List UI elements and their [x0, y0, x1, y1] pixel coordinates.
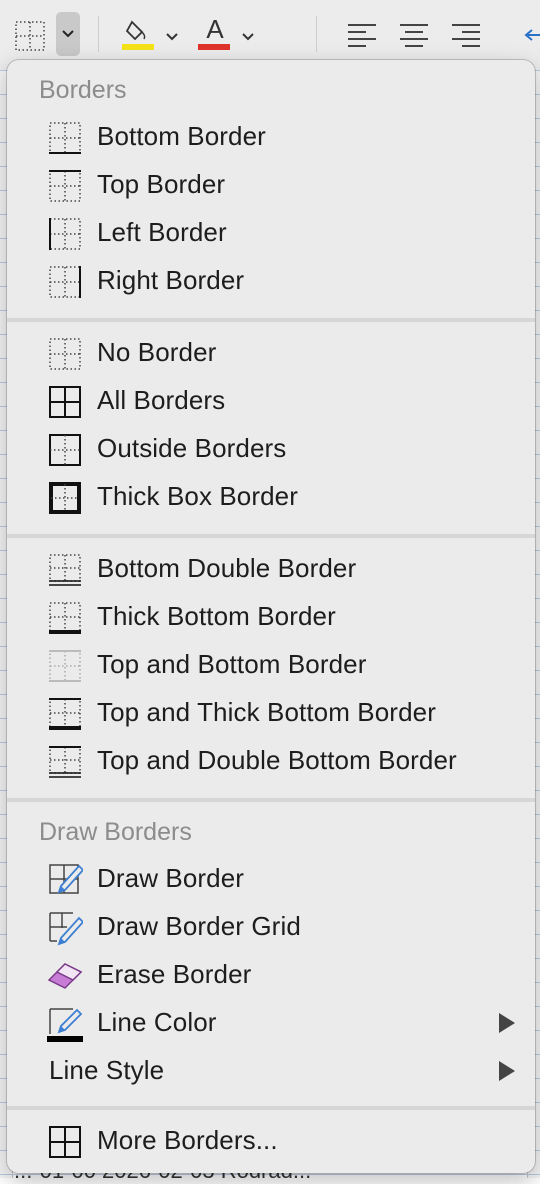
menu-item-label: All Borders: [97, 385, 226, 415]
left-border-icon: [49, 218, 81, 250]
menu-item-right-border[interactable]: Right Border: [7, 258, 535, 304]
menu-item-label: Draw Border Grid: [97, 911, 301, 941]
eraser-icon: [47, 963, 83, 989]
font-color-button[interactable]: A: [198, 14, 232, 54]
section-header-borders: Borders: [39, 76, 127, 104]
more-borders-icon: [49, 1126, 81, 1158]
line-color-icon: [47, 1008, 83, 1042]
menu-item-label: Top and Double Bottom Border: [97, 745, 457, 775]
menu-item-label: Thick Bottom Border: [97, 601, 336, 631]
fill-color-icon: [122, 20, 154, 50]
chevron-down-icon: [242, 33, 254, 41]
submenu-arrow-icon: [499, 1013, 515, 1033]
indent-icon: [524, 29, 540, 41]
menu-item-line-color[interactable]: Line Color: [7, 1000, 535, 1046]
menu-divider: [7, 534, 535, 538]
chevron-down-icon: [166, 33, 178, 41]
align-right-icon: [452, 24, 480, 47]
menu-item-thick-bottom-border[interactable]: Thick Bottom Border: [7, 594, 535, 640]
menu-item-draw-border-grid[interactable]: Draw Border Grid: [7, 904, 535, 950]
top-border-icon: [49, 170, 81, 202]
font-color-dropdown[interactable]: [240, 24, 256, 48]
align-center-button[interactable]: [398, 20, 430, 50]
indent-button[interactable]: [522, 20, 540, 50]
fill-color-dropdown[interactable]: [164, 24, 180, 48]
menu-divider: [7, 318, 535, 322]
menu-item-bottom-border[interactable]: Bottom Border: [7, 114, 535, 160]
thick-bottom-border-icon: [49, 602, 81, 634]
menu-item-label: Left Border: [97, 217, 227, 247]
font-color-icon: A: [198, 14, 230, 50]
menu-item-label: More Borders...: [97, 1125, 278, 1155]
align-right-button[interactable]: [450, 20, 482, 50]
fill-color-button[interactable]: [122, 16, 156, 54]
menu-item-label: Line Color: [97, 1007, 217, 1037]
borders-button[interactable]: [12, 14, 52, 54]
menu-item-label: Erase Border: [97, 959, 252, 989]
menu-divider: [7, 798, 535, 802]
menu-item-label: Top Border: [97, 169, 226, 199]
top-thick-bottom-border-icon: [49, 698, 81, 730]
menu-item-no-border[interactable]: No Border: [7, 330, 535, 376]
all-borders-icon: [49, 386, 81, 418]
bottom-border-icon: [49, 122, 81, 154]
menu-item-label: No Border: [97, 337, 217, 367]
menu-item-label: Line Style: [49, 1055, 165, 1085]
menu-item-label: Top and Bottom Border: [97, 649, 367, 679]
menu-item-outside-borders[interactable]: Outside Borders: [7, 426, 535, 472]
menu-item-label: Outside Borders: [97, 433, 287, 463]
submenu-arrow-icon: [499, 1061, 515, 1081]
menu-item-line-style[interactable]: Line Style: [7, 1048, 535, 1094]
outside-borders-icon: [49, 434, 81, 466]
menu-item-top-double-bottom-border[interactable]: Top and Double Bottom Border: [7, 738, 535, 784]
draw-border-icon: [49, 864, 83, 894]
borders-dropdown-button[interactable]: [56, 12, 80, 56]
top-double-bottom-border-icon: [49, 746, 81, 778]
chevron-down-icon: [62, 30, 74, 38]
section-header-draw-borders: Draw Borders: [39, 818, 192, 846]
menu-item-label: Draw Border: [97, 863, 245, 893]
menu-item-more-borders[interactable]: More Borders...: [7, 1118, 535, 1164]
toolbar-separator: [316, 16, 317, 52]
align-center-icon: [400, 24, 428, 47]
menu-item-bottom-double-border[interactable]: Bottom Double Border: [7, 546, 535, 592]
right-border-icon: [49, 266, 81, 298]
align-left-button[interactable]: [346, 20, 378, 50]
borders-menu: Borders Bottom Border Top Border Left Bo…: [7, 60, 535, 1173]
menu-item-top-bottom-border[interactable]: Top and Bottom Border: [7, 642, 535, 688]
menu-item-thick-box-border[interactable]: Thick Box Border: [7, 474, 535, 520]
menu-item-label: Bottom Double Border: [97, 553, 357, 583]
menu-item-top-border[interactable]: Top Border: [7, 162, 535, 208]
svg-text:A: A: [206, 16, 224, 44]
menu-item-label: Thick Box Border: [97, 481, 299, 511]
menu-item-draw-border[interactable]: Draw Border: [7, 856, 535, 902]
menu-item-all-borders[interactable]: All Borders: [7, 378, 535, 424]
menu-item-top-thick-bottom-border[interactable]: Top and Thick Bottom Border: [7, 690, 535, 736]
no-border-icon: [49, 338, 81, 370]
menu-divider: [7, 1106, 535, 1110]
top-bottom-border-icon: [49, 650, 81, 682]
thick-box-border-icon: [49, 482, 81, 514]
menu-item-label: Top and Thick Bottom Border: [97, 697, 436, 727]
align-left-icon: [348, 24, 376, 47]
menu-item-left-border[interactable]: Left Border: [7, 210, 535, 256]
menu-item-label: Bottom Border: [97, 121, 266, 151]
menu-item-label: Right Border: [97, 265, 245, 295]
toolbar-separator: [98, 16, 99, 52]
draw-border-grid-icon: [49, 912, 83, 946]
menu-item-erase-border[interactable]: Erase Border: [7, 952, 535, 998]
borders-icon: [15, 21, 45, 51]
bottom-double-border-icon: [49, 554, 81, 586]
